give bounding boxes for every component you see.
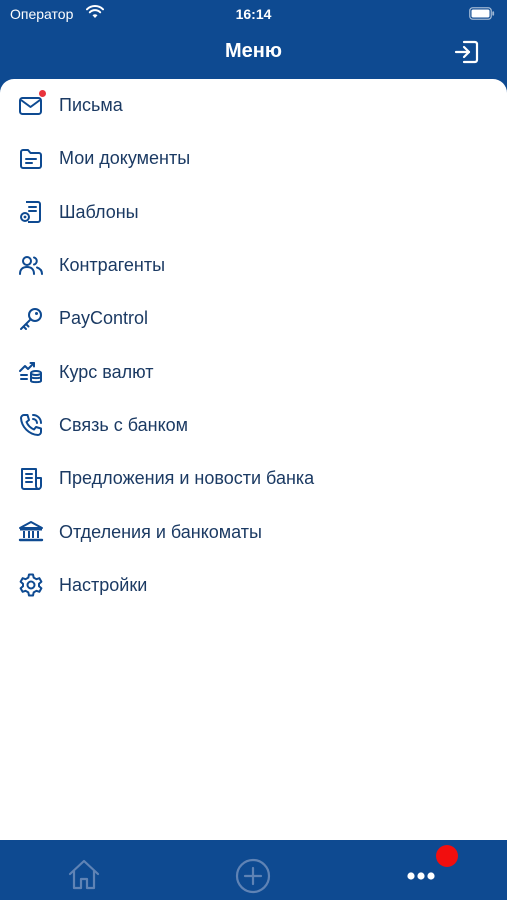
menu-item-label: Письма xyxy=(59,95,123,116)
exchange-rate-icon xyxy=(18,359,44,385)
home-icon xyxy=(68,859,100,890)
menu-item-counterparties[interactable]: Контрагенты xyxy=(0,239,507,292)
settings-icon xyxy=(18,572,44,598)
menu-list: Письма Мои документы Шаблоны Контрагенты… xyxy=(0,79,507,612)
menu-item-label: Предложения и новости банка xyxy=(59,468,315,489)
logout-icon[interactable] xyxy=(453,38,481,66)
nav-bar: Меню xyxy=(0,28,507,78)
page-title: Меню xyxy=(225,40,282,62)
menu-item-news[interactable]: Предложения и новости банка xyxy=(0,452,507,505)
menu-item-letters[interactable]: Письма xyxy=(0,79,507,132)
menu-panel: Письма Мои документы Шаблоны Контрагенты… xyxy=(0,79,507,840)
menu-item-label: Контрагенты xyxy=(59,255,166,276)
notification-badge xyxy=(436,845,458,867)
unread-badge xyxy=(39,89,46,97)
menu-item-label: Курс валют xyxy=(59,361,154,382)
menu-item-documents[interactable]: Мои документы xyxy=(0,132,507,185)
add-icon xyxy=(235,858,271,894)
folder-icon xyxy=(18,146,44,172)
template-icon xyxy=(18,199,44,225)
menu-item-contact-bank[interactable]: Связь с банком xyxy=(0,399,507,452)
menu-item-label: Мои документы xyxy=(59,148,191,169)
menu-item-label: Шаблоны xyxy=(59,201,139,222)
tab-more[interactable] xyxy=(401,854,441,894)
clock: 16:14 xyxy=(235,6,272,22)
mail-icon xyxy=(18,89,46,119)
menu-item-templates[interactable]: Шаблоны xyxy=(0,186,507,239)
more-icon xyxy=(407,872,435,880)
tab-bar xyxy=(0,840,507,900)
contacts-icon xyxy=(18,253,44,279)
menu-item-paycontrol[interactable]: PayControl xyxy=(0,292,507,345)
menu-item-settings[interactable]: Настройки xyxy=(0,559,507,612)
tab-home[interactable] xyxy=(64,854,104,894)
menu-item-label: PayControl xyxy=(59,308,149,329)
menu-item-exchange-rates[interactable]: Курс валют xyxy=(0,345,507,398)
menu-item-branches-atms[interactable]: Отделения и банкоматы xyxy=(0,505,507,558)
news-icon xyxy=(18,466,44,492)
menu-item-label: Настройки xyxy=(59,574,148,595)
tab-add[interactable] xyxy=(233,854,273,894)
phone-icon xyxy=(18,412,44,438)
menu-item-label: Связь с банком xyxy=(59,414,189,435)
bank-icon xyxy=(18,519,44,545)
menu-item-label: Отделения и банкоматы xyxy=(59,521,262,542)
key-icon xyxy=(18,306,44,332)
status-bar: Оператор 16:14 xyxy=(0,0,507,28)
battery-icon xyxy=(469,7,495,23)
